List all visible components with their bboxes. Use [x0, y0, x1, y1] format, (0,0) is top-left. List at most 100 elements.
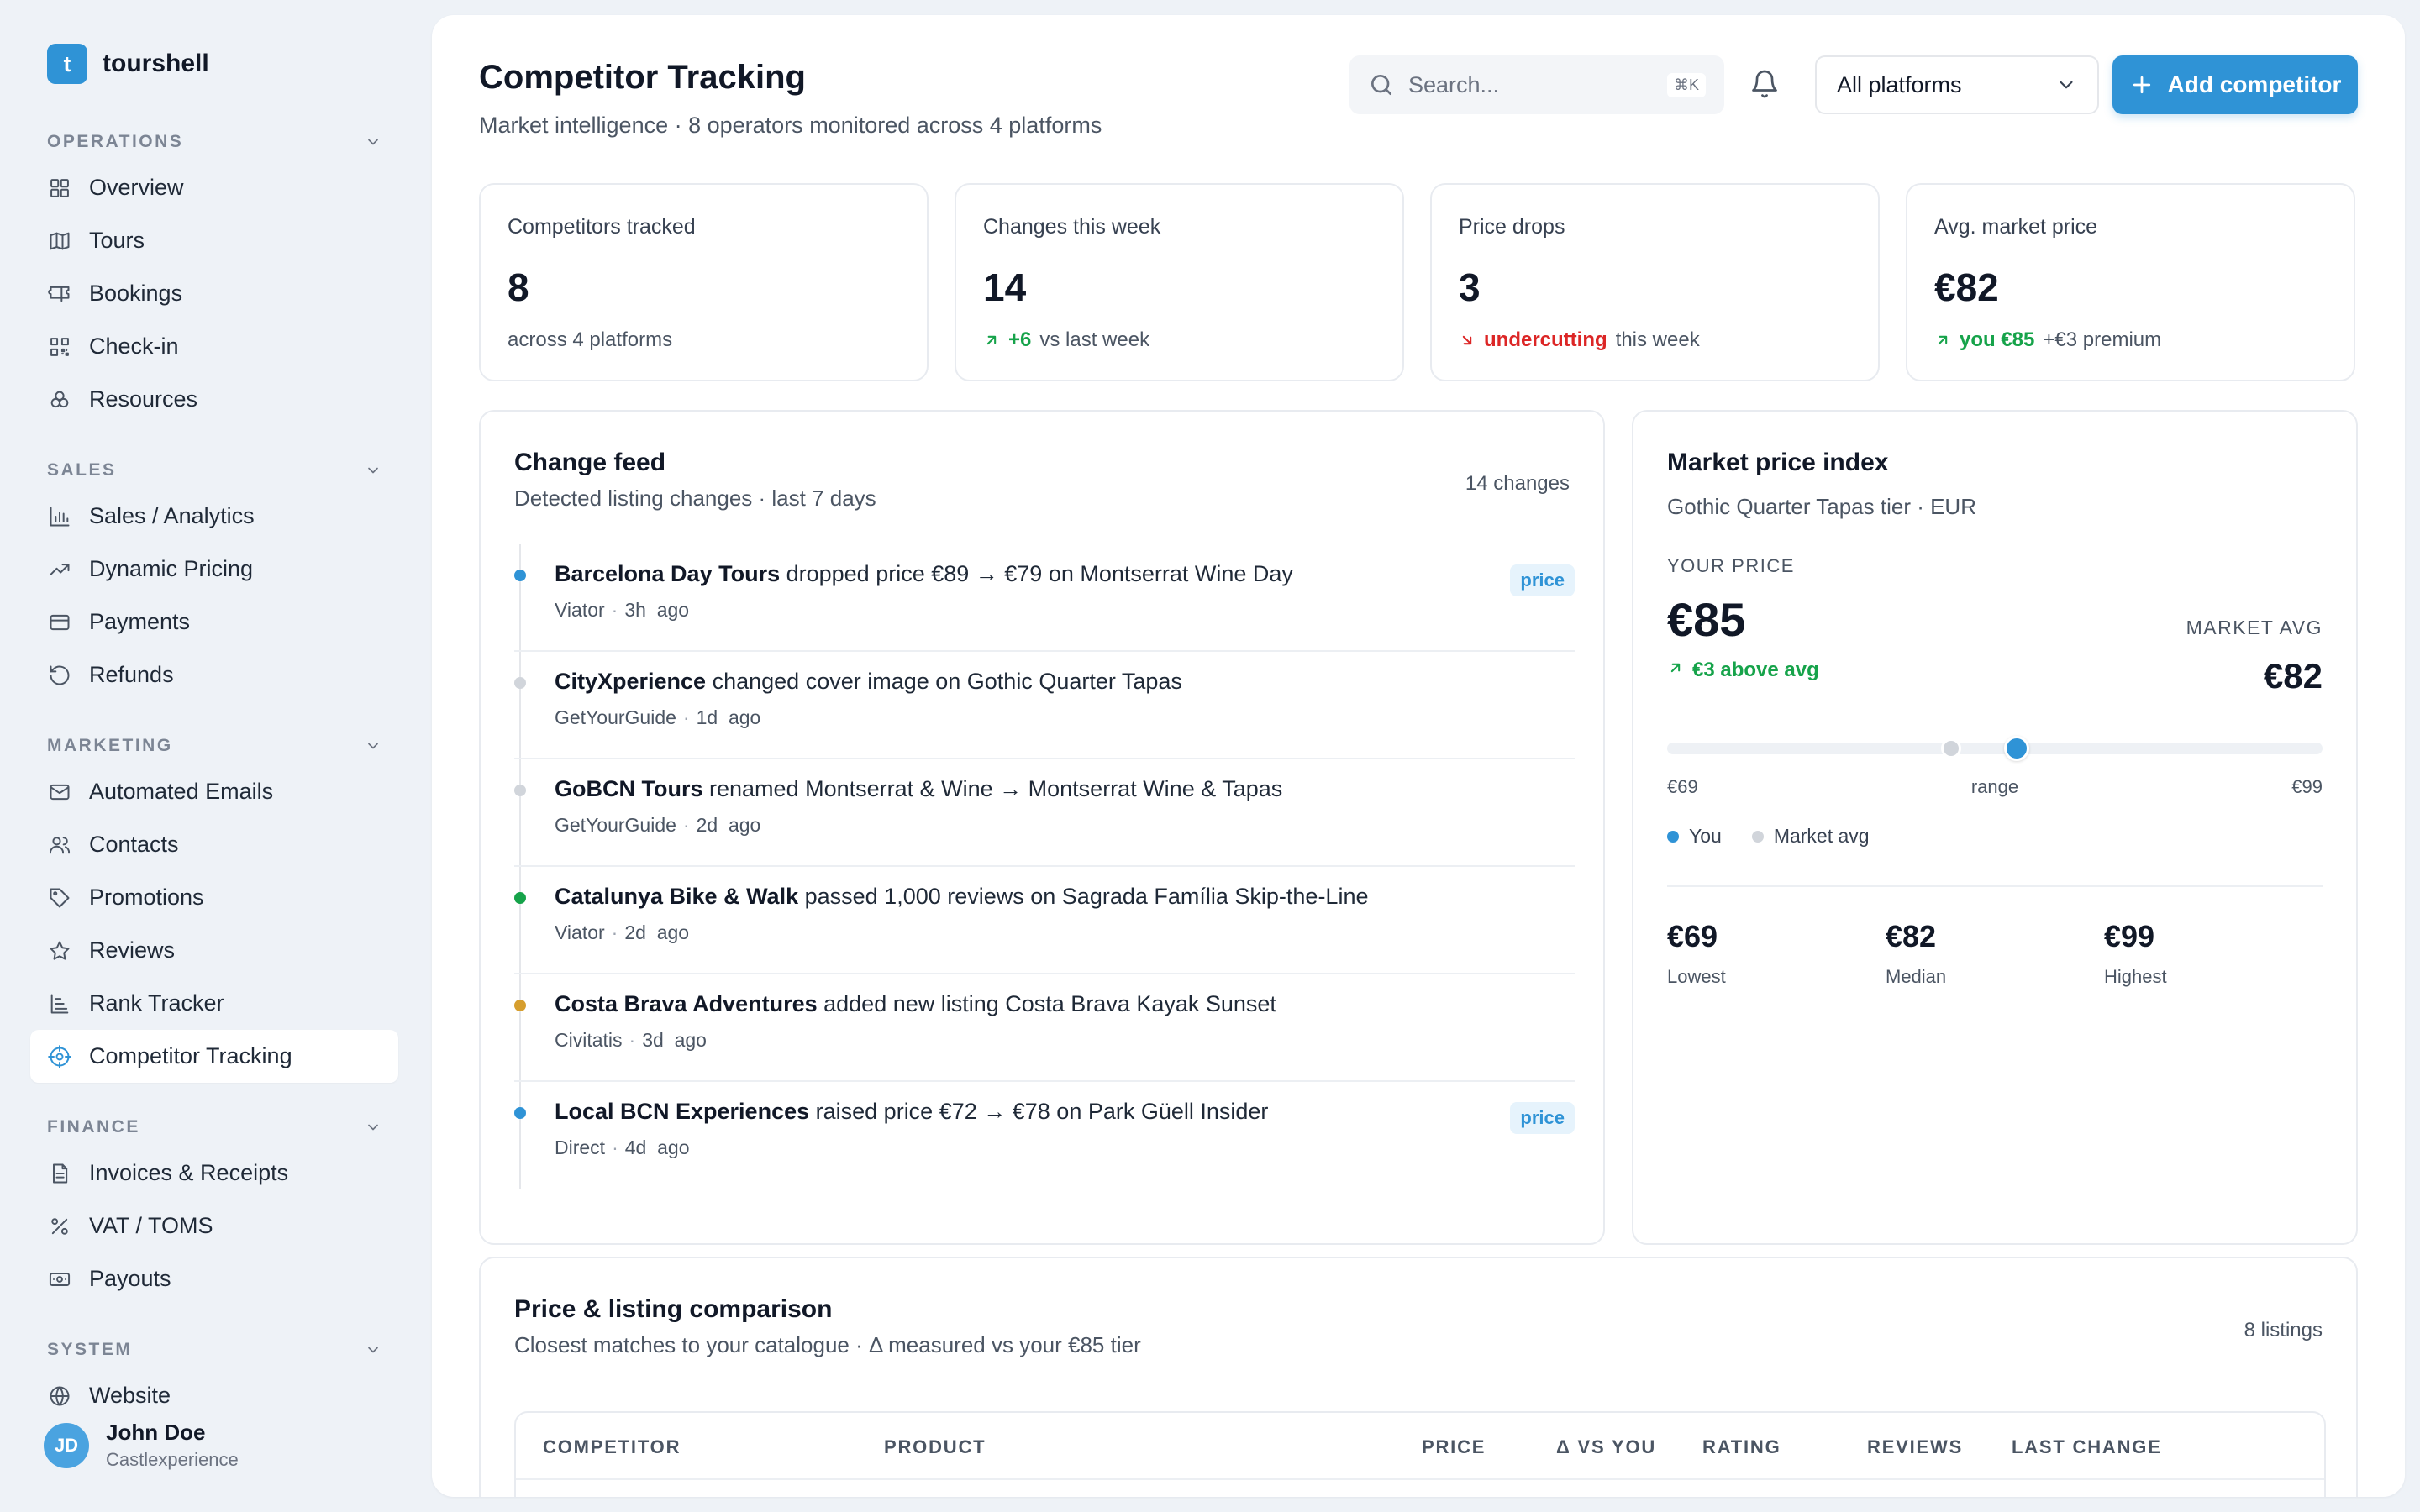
stat-footnote: you €85 +€3 premium: [1934, 328, 2327, 352]
section-header[interactable]: FINANCE: [30, 1113, 398, 1142]
operator-name[interactable]: GoBCN Tours: [555, 776, 703, 801]
list-item[interactable]: CityXperience changed cover image on Got…: [514, 652, 1575, 759]
map-icon: [47, 228, 72, 254]
card-icon: [47, 610, 72, 635]
section-header[interactable]: MARKETING: [30, 732, 398, 760]
banknote-icon: [47, 1267, 72, 1292]
time-suffix: ago: [656, 921, 690, 943]
platform-select[interactable]: All platforms: [1815, 55, 2099, 114]
sidebar-item-dynamic-pricing[interactable]: Dynamic Pricing: [30, 543, 398, 596]
comparison-count: 8 listings: [2244, 1319, 2323, 1341]
column-header[interactable]: COMPETITOR: [543, 1436, 681, 1458]
user-profile[interactable]: JD John Doe Castlexperience: [44, 1420, 239, 1471]
bell-icon[interactable]: [1749, 69, 1783, 102]
sidebar-item-label: Automated Emails: [89, 779, 274, 804]
change-description: raised price €72 → €78 on Park Güell Ins…: [815, 1099, 1269, 1124]
market-avg-marker: [1941, 738, 1961, 759]
operator-name[interactable]: Costa Brava Adventures: [555, 991, 818, 1016]
platform-name: GetYourGuide: [555, 706, 676, 728]
separator: ·: [629, 1029, 636, 1051]
sidebar-item-resources[interactable]: Resources: [30, 373, 398, 426]
undo-icon: [47, 663, 72, 688]
sidebar-item-check-in[interactable]: Check-in: [30, 320, 398, 373]
sidebar-item-label: Website: [89, 1383, 171, 1408]
rank-icon: [47, 991, 72, 1016]
section-header[interactable]: SALES: [30, 456, 398, 485]
sidebar-item-sales-analytics[interactable]: Sales / Analytics: [30, 490, 398, 543]
list-item[interactable]: GoBCN Tours renamed Montserrat & Wine → …: [514, 759, 1575, 867]
sidebar-item-label: Reviews: [89, 937, 176, 963]
sidebar-item-competitor-tracking[interactable]: Competitor Tracking: [30, 1030, 398, 1083]
list-item[interactable]: Barcelona Day Tours dropped price €89 → …: [514, 544, 1575, 652]
change-type-badge: price: [1510, 564, 1575, 596]
comparison-subtitle: Closest matches to your catalogue · Δ me…: [514, 1332, 1141, 1357]
search-input[interactable]: [1408, 71, 1660, 98]
sidebar-item-payouts[interactable]: Payouts: [30, 1252, 398, 1305]
feed-text: Barcelona Day Tours dropped price €89 → …: [555, 561, 1575, 587]
sidebar-item-vat-toms[interactable]: VAT / TOMS: [30, 1200, 398, 1252]
market-price-index-subtitle: Gothic Quarter Tapas tier · EUR: [1667, 494, 1976, 519]
list-item[interactable]: Local BCN Experiences raised price €72 →…: [514, 1082, 1575, 1189]
column-header[interactable]: Δ VS YOU: [1556, 1436, 1656, 1458]
sidebar-item-refunds[interactable]: Refunds: [30, 648, 398, 701]
sidebar-item-contacts[interactable]: Contacts: [30, 818, 398, 871]
chevron-down-icon: [365, 134, 381, 150]
stat-value: 14: [983, 265, 1027, 309]
section-header[interactable]: SYSTEM: [30, 1336, 398, 1364]
column-header[interactable]: PRICE: [1422, 1436, 1486, 1458]
percent-icon: [47, 1214, 72, 1239]
sidebar-item-overview[interactable]: Overview: [30, 161, 398, 214]
sidebar-item-automated-emails[interactable]: Automated Emails: [30, 765, 398, 818]
list-item[interactable]: Catalunya Bike & Walk passed 1,000 revie…: [514, 867, 1575, 974]
operator-name[interactable]: Catalunya Bike & Walk: [555, 884, 798, 909]
chevron-down-icon: [365, 738, 381, 754]
user-org: Castlexperience: [106, 1449, 239, 1470]
feed-meta: Viator · 2d ago: [555, 921, 1575, 944]
sidebar-item-reviews[interactable]: Reviews: [30, 924, 398, 977]
sidebar-item-website[interactable]: Website: [30, 1369, 398, 1422]
page-title: Competitor Tracking: [479, 59, 806, 96]
feed-meta: GetYourGuide · 2d ago: [555, 814, 1575, 837]
separator: ·: [612, 1137, 618, 1158]
stat-foot-text: across 4 platforms: [508, 328, 673, 351]
sidebar-item-invoices-receipts[interactable]: Invoices & Receipts: [30, 1147, 398, 1200]
add-competitor-button[interactable]: Add competitor: [2112, 55, 2358, 114]
sidebar-item-rank-tracker[interactable]: Rank Tracker: [30, 977, 398, 1030]
sidebar-item-label: Check-in: [89, 333, 179, 359]
feed-text: Costa Brava Adventures added new listing…: [555, 991, 1575, 1017]
sidebar-item-promotions[interactable]: Promotions: [30, 871, 398, 924]
mail-icon: [47, 780, 72, 805]
sidebar-item-tours[interactable]: Tours: [30, 214, 398, 267]
document-icon: [47, 1161, 72, 1186]
search-box[interactable]: ⌘K: [1349, 55, 1724, 114]
operator-name[interactable]: CityXperience: [555, 669, 706, 694]
section-title: FINANCE: [47, 1117, 140, 1137]
target-icon: [47, 1044, 72, 1069]
sidebar-item-label: Competitor Tracking: [89, 1043, 292, 1068]
section-header[interactable]: OPERATIONS: [30, 128, 398, 156]
legend-market-avg: Market avg: [1751, 825, 1870, 848]
change-description: added new listing Costa Brava Kayak Suns…: [823, 991, 1276, 1016]
list-item[interactable]: Costa Brava Adventures added new listing…: [514, 974, 1575, 1082]
sidebar-item-bookings[interactable]: Bookings: [30, 267, 398, 320]
column-header[interactable]: REVIEWS: [1867, 1436, 1963, 1458]
stat-label: Competitors tracked: [508, 215, 696, 239]
timeline-line: [519, 544, 521, 650]
sidebar-item-label: Invoices & Receipts: [89, 1160, 289, 1185]
column-header[interactable]: PRODUCT: [884, 1436, 986, 1458]
operator-name[interactable]: Barcelona Day Tours: [555, 561, 780, 586]
stat-trend-value: you €85: [1960, 328, 2035, 351]
your-price-marker: [2004, 736, 2029, 761]
time-suffix: ago: [728, 814, 761, 836]
operator-name[interactable]: Local BCN Experiences: [555, 1099, 809, 1124]
feed-meta: GetYourGuide · 1d ago: [555, 706, 1575, 729]
your-price-delta-text: €3 above avg: [1692, 659, 1819, 681]
brand[interactable]: t tourshell: [47, 42, 398, 86]
column-header[interactable]: RATING: [1702, 1436, 1781, 1458]
plus-icon: [2129, 72, 2154, 97]
arrow-up-right-icon: [983, 332, 1000, 349]
chevron-down-icon: [365, 1341, 381, 1358]
sidebar-item-payments[interactable]: Payments: [30, 596, 398, 648]
column-header[interactable]: LAST CHANGE: [2012, 1436, 2162, 1458]
range-min-label: €69: [1667, 776, 1698, 797]
